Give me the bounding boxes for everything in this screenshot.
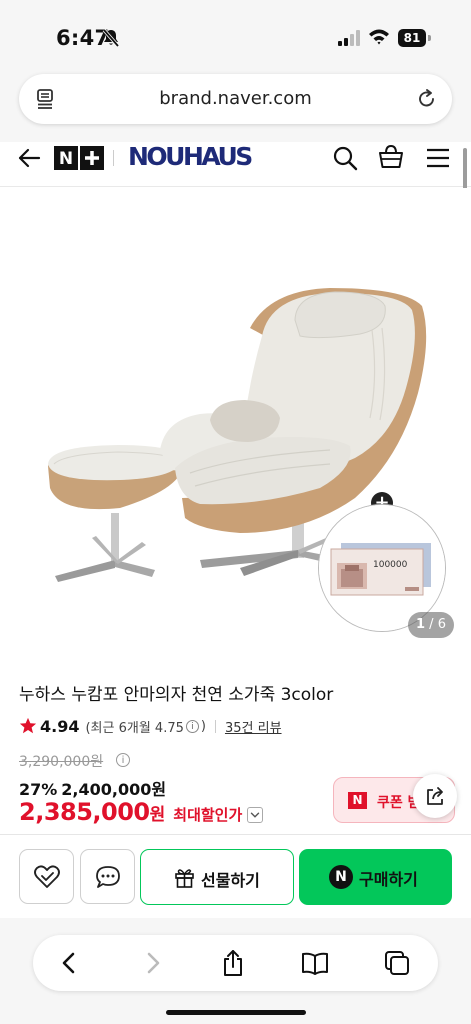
voucher-amount: 100000 [373, 560, 408, 570]
discount-rate: 27% [19, 780, 58, 799]
browser-share-icon[interactable] [219, 949, 247, 977]
ottoman-base [55, 513, 155, 582]
share-button[interactable] [413, 774, 457, 818]
gift-icon [175, 869, 194, 888]
chat-bubble-icon [96, 866, 120, 888]
purchase-action-bar: 선물하기 N 구매하기 [0, 834, 471, 918]
back-arrow-icon[interactable] [17, 146, 41, 170]
gift-button[interactable]: 선물하기 [140, 849, 294, 905]
rating-divider [214, 719, 216, 733]
info-icon[interactable]: i [185, 719, 199, 733]
product-image-gallery[interactable]: + 100000 1 / 6 [0, 188, 471, 648]
original-price: 3,290,000원 [19, 754, 104, 770]
naver-plus-logo[interactable]: N [54, 146, 104, 170]
bell-slash-icon [102, 28, 120, 48]
rating-row: 4.94 (최근 6개월 4.75 i ) 35건 리뷰 [19, 715, 282, 737]
address-bar[interactable]: brand.naver.com [19, 74, 452, 124]
bookmarks-icon[interactable] [301, 949, 329, 977]
browser-forward-icon[interactable] [139, 949, 167, 977]
home-indicator[interactable] [166, 1010, 306, 1015]
talktalk-inquiry-button[interactable] [80, 849, 135, 904]
recent-rating: (최근 6개월 4.75 [85, 720, 184, 736]
heart-check-icon [34, 865, 60, 888]
discount-price: 2,400,000원 [61, 780, 167, 799]
share-icon [427, 787, 443, 805]
url-text[interactable]: brand.naver.com [19, 88, 452, 109]
recent-rating-close: ) [200, 718, 206, 734]
shopping-basket-icon[interactable] [378, 144, 404, 170]
chevron-down-icon[interactable] [247, 807, 264, 823]
wifi-icon [369, 29, 389, 45]
rating-value: 4.94 [40, 716, 80, 736]
max-discount-label[interactable]: 최대할인가 [173, 804, 242, 825]
star-icon [19, 717, 37, 734]
discount-row: 27% 2,400,000원 [19, 776, 166, 800]
price-info-icon[interactable]: i [116, 753, 130, 767]
browser-back-icon[interactable] [55, 949, 83, 977]
buy-button[interactable]: N 구매하기 [299, 849, 452, 905]
cellular-signal-icon [338, 30, 360, 46]
search-icon[interactable] [332, 145, 358, 171]
final-price-unit: 원 [149, 805, 166, 825]
review-count-link[interactable]: 35건 리뷰 [225, 717, 282, 736]
site-header: N NOUHAUS [0, 142, 471, 187]
browser-toolbar [33, 935, 438, 991]
wishlist-button[interactable] [19, 849, 74, 904]
final-price-row: 2,385,000 원 최대할인가 [19, 798, 264, 826]
naver-pay-n-icon: N [329, 865, 353, 889]
battery-level: 81 [398, 29, 426, 47]
brand-divider [113, 150, 114, 166]
battery-icon: 81 [398, 29, 431, 47]
browser-address-area: brand.naver.com [0, 66, 471, 142]
tabs-icon[interactable] [383, 949, 411, 977]
menu-icon[interactable] [425, 146, 451, 170]
final-price: 2,385,000 [19, 798, 150, 826]
product-title: 누하스 누캄포 안마의자 천연 소가죽 3color [19, 685, 334, 705]
gift-label: 선물하기 [201, 871, 260, 890]
browser-toolbar-area [0, 918, 471, 1024]
coupon-n-icon: N [348, 792, 367, 809]
status-bar: 6:47 81 [0, 0, 471, 66]
reload-icon[interactable] [416, 88, 438, 110]
gallery-page-indicator: 1 / 6 [408, 612, 454, 638]
svg-text:N: N [59, 149, 73, 169]
brand-logo[interactable]: NOUHAUS [128, 142, 253, 171]
buy-label: 구매하기 [359, 870, 418, 889]
